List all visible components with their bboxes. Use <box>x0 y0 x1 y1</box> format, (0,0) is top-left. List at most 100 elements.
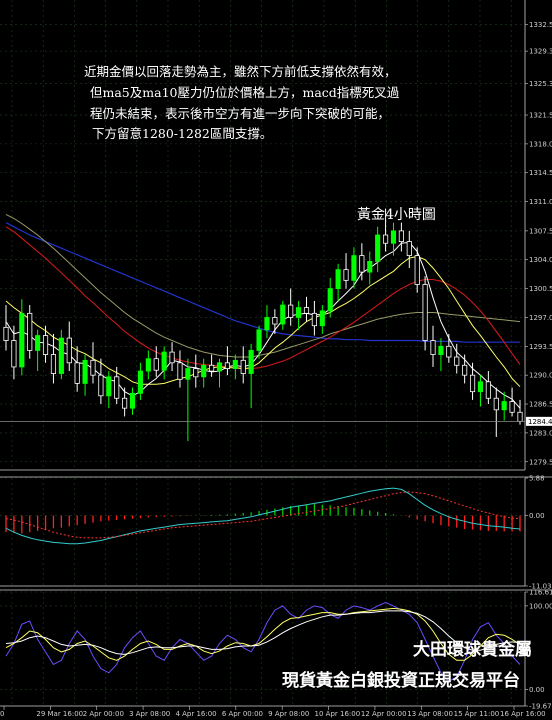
candle-body <box>35 335 41 351</box>
candle-body <box>477 381 484 393</box>
candle-body <box>209 364 215 372</box>
candle-body <box>90 359 96 376</box>
candle-body <box>185 368 191 380</box>
oscillator-tick-label: 0.00 <box>529 686 545 694</box>
candle-body <box>201 364 207 378</box>
time-tick-label: 0 <box>0 710 4 718</box>
current-price-value: 1284.4 <box>528 418 552 426</box>
macd-line <box>5 487 521 545</box>
candle-body <box>256 329 262 351</box>
time-tick-label: 10 Apr 16:00 <box>315 710 361 718</box>
candle-body <box>129 392 136 409</box>
analysis-line-1: 近期金價以回落走勢為主，雖然下方前低支撐依然有效， <box>84 64 397 79</box>
candle-body <box>74 362 80 384</box>
brand-slogan: 現貨黃金白銀投資正規交易平台 <box>282 670 520 691</box>
macd-axis: 5.880.00-11.03 <box>0 475 552 591</box>
brand-name: 大田環球貴金屬 <box>413 639 532 660</box>
candle-body <box>509 401 515 413</box>
candle-body <box>303 307 310 314</box>
time-tick-label: 29 Mar 16:00 <box>36 710 83 718</box>
candle-body <box>343 269 349 281</box>
candle-body <box>414 255 420 285</box>
candle-body <box>58 337 64 374</box>
candle-body <box>137 370 144 394</box>
candle-body <box>517 411 523 422</box>
price-tick-label: 1329.30 <box>529 48 552 56</box>
candle-body <box>367 260 373 273</box>
candle-body <box>42 335 49 355</box>
candle-body <box>280 304 286 325</box>
time-tick-label: 6 Apr 00:00 <box>222 710 263 718</box>
candle-body <box>240 359 246 374</box>
candle-body <box>493 397 499 411</box>
candle-body <box>122 397 128 409</box>
price-tick-label: 1307.50 <box>529 227 552 235</box>
price-tick-label: 1314.55 <box>529 169 552 177</box>
price-tick-label: 1325.35 <box>529 80 552 88</box>
chart-window: 1332.50 1329.30 1325.35 1321.55 1318.05 1314.… <box>0 0 552 718</box>
candle-body <box>319 310 325 327</box>
candle-body <box>327 288 333 312</box>
candle-body <box>390 230 397 244</box>
time-tick-label: 9 Apr 08:00 <box>268 710 309 718</box>
macd-panel: 5.880.00-11.03 <box>0 475 552 591</box>
candle-body <box>248 350 254 374</box>
candle-body <box>169 351 175 364</box>
candle-body <box>351 255 357 281</box>
candle-body <box>153 358 159 371</box>
candle-body <box>114 376 120 399</box>
candle-body <box>454 356 460 366</box>
time-tick-label: 4 Apr 16:00 <box>175 710 216 718</box>
candle-body <box>106 376 112 397</box>
candle-body <box>11 340 17 368</box>
candle-body <box>66 337 72 364</box>
analysis-line-4: 下方留意1280-1282區間支撐。 <box>92 126 272 141</box>
candle-body <box>501 401 507 411</box>
candle-body <box>406 241 412 257</box>
candle-body <box>382 234 389 244</box>
price-tick-label: 1300.50 <box>529 285 552 293</box>
candle-body <box>27 312 33 351</box>
candle-body <box>485 381 491 399</box>
ma-olive-line <box>5 213 521 358</box>
candle-body <box>3 326 9 341</box>
price-tick-label: 1286.50 <box>529 401 552 409</box>
price-panel: 1332.50 1329.30 1325.35 1321.55 1318.05 1314.… <box>0 0 552 471</box>
price-tick-label: 1321.55 <box>529 112 552 120</box>
time-tick-label: 3 Apr 08:00 <box>129 710 170 718</box>
macd-tick-label: 0.00 <box>529 512 545 520</box>
candle-body <box>398 230 404 242</box>
macd-grid <box>0 476 552 587</box>
candle-body <box>161 351 167 371</box>
analysis-line-3: 程仍未結束，表示後市空方有進一步向下突破的可能， <box>90 106 390 121</box>
price-tick-label: 1318.05 <box>529 140 552 148</box>
time-tick-label: 2 Apr 00:00 <box>83 710 124 718</box>
candle-body <box>359 255 365 273</box>
analysis-line-2: 但ma5及ma10壓力仍位於價格上方，macd指標死叉過 <box>90 85 400 100</box>
oscillator-tick-label: 116.61 <box>529 589 552 597</box>
price-tick-label: 1311.05 <box>529 198 552 206</box>
candle-body <box>216 362 223 372</box>
price-tick-label: 1304.00 <box>529 256 552 264</box>
time-tick-label: 12 Apr 00:00 <box>361 710 407 718</box>
price-tick-label: 1332.50 <box>529 21 552 29</box>
candle-body <box>422 284 428 341</box>
candle-body <box>469 374 476 393</box>
candle-body <box>98 374 104 397</box>
macd-histogram <box>5 504 521 534</box>
candle-body <box>264 317 270 331</box>
chart-title: 黃金4小時圖 <box>357 207 436 223</box>
candle-body <box>272 317 278 325</box>
time-tick-label: 16 Apr 16:00 <box>500 710 546 718</box>
price-tick-label: 1283.00 <box>529 429 552 437</box>
candlesticks <box>3 208 523 442</box>
price-tick-label: 1297.00 <box>529 314 552 322</box>
price-tick-label: 1293.50 <box>529 343 552 351</box>
candle-body <box>438 345 444 355</box>
candle-body <box>335 269 341 289</box>
candle-body <box>19 312 25 368</box>
oscillator-tick-label: 100.00 <box>529 602 552 610</box>
candle-body <box>462 364 468 376</box>
candle-body <box>224 362 230 369</box>
candle-body <box>145 358 151 372</box>
